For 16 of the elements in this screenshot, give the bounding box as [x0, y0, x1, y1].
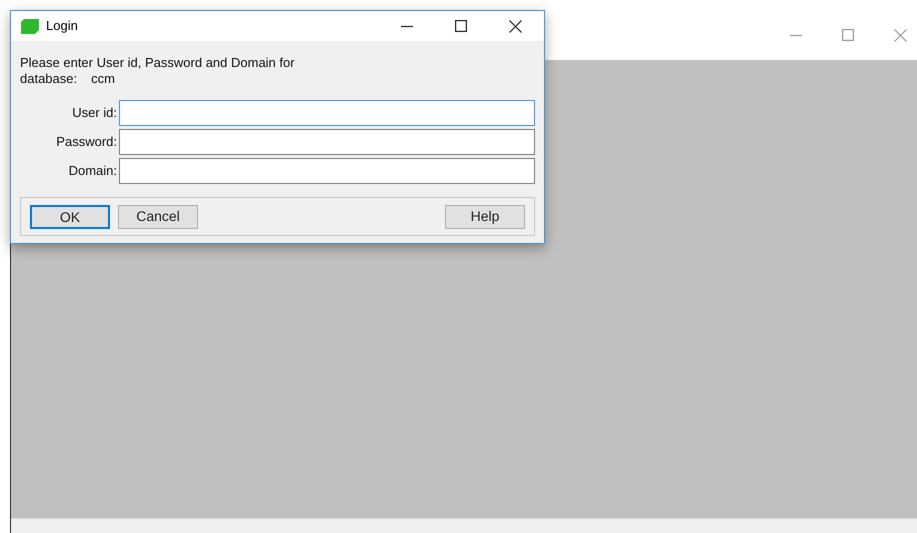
field-label: Password: [55, 133, 117, 152]
dialog-title: Login [46, 17, 78, 36]
database-label: database: [20, 71, 78, 87]
maximize-icon[interactable] [455, 20, 467, 32]
dialog-button[interactable]: OK [30, 204, 110, 228]
database-name: ccm [91, 71, 115, 87]
field-label: Domain: [68, 162, 117, 180]
app-logo-icon [21, 18, 39, 34]
close-icon[interactable] [509, 20, 522, 32]
input-field[interactable] [119, 100, 535, 126]
field-label: User id: [71, 104, 117, 122]
dialog-button[interactable]: Help [445, 204, 525, 228]
input-field[interactable] [119, 158, 535, 184]
dialog-message: Please enter User id, Password and Domain for [20, 55, 296, 71]
input-field[interactable] [119, 129, 535, 155]
dialog-button[interactable]: Cancel [118, 204, 198, 228]
